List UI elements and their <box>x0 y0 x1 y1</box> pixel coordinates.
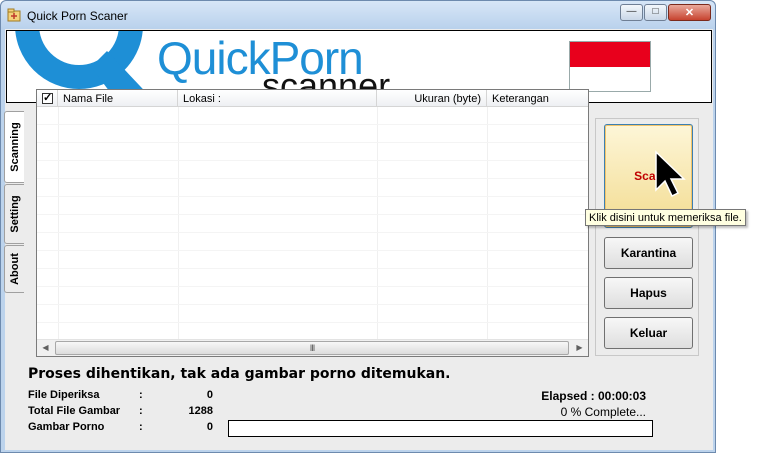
minimize-icon: — <box>626 6 637 17</box>
grid-line <box>37 196 588 197</box>
checkmark-icon: ✓ <box>43 92 53 104</box>
scrollbar-grip-icon: III <box>309 343 315 353</box>
completion-percent: 0 % Complete... <box>560 405 646 419</box>
grid-line <box>37 232 588 233</box>
porn-images-label: Gambar Porno <box>28 421 105 433</box>
title-bar[interactable]: Quick Porn Scaner — □ ✕ <box>1 1 715 29</box>
column-header-size[interactable]: Ukuran (byte) <box>377 90 487 107</box>
scroll-left-icon[interactable]: ◀ <box>37 340 54 356</box>
total-images-colon: : <box>139 405 143 417</box>
grid-line <box>37 160 588 161</box>
tab-about[interactable]: About <box>4 245 24 293</box>
porn-images-value: 0 <box>206 421 213 433</box>
column-header-notes[interactable]: Keterangan <box>487 90 588 107</box>
grid-line <box>37 124 588 125</box>
column-header-filename[interactable]: Nama File <box>58 90 178 107</box>
grid-line <box>37 178 588 179</box>
grid-line <box>37 142 588 143</box>
quarantine-button-label: Karantina <box>620 246 677 260</box>
grid-line <box>37 286 588 287</box>
close-button[interactable]: ✕ <box>668 4 711 21</box>
maximize-button[interactable]: □ <box>644 4 667 21</box>
flag-white-band <box>570 66 650 91</box>
delete-button-label: Hapus <box>630 286 667 300</box>
files-checked-colon: : <box>139 389 143 401</box>
horizontal-scrollbar[interactable]: ◀ III ▶ <box>37 339 588 356</box>
select-all-checkbox[interactable]: ✓ <box>42 92 53 104</box>
file-list-header: ✓ Nama File Lokasi : Ukuran (byte) Keter… <box>37 90 588 107</box>
scrollbar-thumb[interactable]: III <box>55 341 569 355</box>
tab-about-label: About <box>8 253 21 285</box>
brand-quick-text: Quick <box>157 32 271 84</box>
tab-scanning-label: Scanning <box>8 122 21 172</box>
grid-line <box>37 214 588 215</box>
total-images-label: Total File Gambar <box>28 405 121 417</box>
porn-images-colon: : <box>139 421 143 433</box>
scan-tooltip: Klik disini untuk memeriksa file. <box>585 209 746 226</box>
file-list-body[interactable] <box>37 107 588 339</box>
minimize-button[interactable]: — <box>620 4 643 21</box>
total-images-value: 1288 <box>188 405 213 417</box>
column-header-location[interactable]: Lokasi : <box>178 90 377 107</box>
maximize-icon: □ <box>652 6 659 17</box>
grid-line <box>37 250 588 251</box>
quarantine-button[interactable]: Karantina <box>604 237 693 269</box>
files-checked-label: File Diperiksa <box>28 389 100 401</box>
exit-button[interactable]: Keluar <box>604 317 693 349</box>
elapsed-time: Elapsed : 00:00:03 <box>541 389 646 403</box>
tab-scanning[interactable]: Scanning <box>4 111 24 183</box>
tab-setting-label: Setting <box>8 195 21 233</box>
mouse-cursor-icon <box>655 150 686 198</box>
scan-progress-bar <box>228 420 653 437</box>
select-all-column[interactable]: ✓ <box>37 90 58 107</box>
grid-line <box>37 322 588 323</box>
delete-button[interactable]: Hapus <box>604 277 693 309</box>
exit-button-label: Keluar <box>629 326 668 340</box>
grid-line <box>37 304 588 305</box>
grid-line <box>37 268 588 269</box>
window-title: Quick Porn Scaner <box>27 9 128 23</box>
flag-red-band <box>570 42 650 67</box>
app-icon <box>7 8 21 22</box>
indonesia-flag-icon <box>569 41 651 92</box>
close-icon: ✕ <box>684 7 695 19</box>
scroll-right-icon[interactable]: ▶ <box>571 340 588 356</box>
file-list[interactable]: ✓ Nama File Lokasi : Ukuran (byte) Keter… <box>36 89 589 357</box>
status-message: Proses dihentikan, tak ada gambar porno … <box>28 366 451 382</box>
tab-setting[interactable]: Setting <box>4 184 24 244</box>
files-checked-value: 0 <box>206 389 213 401</box>
